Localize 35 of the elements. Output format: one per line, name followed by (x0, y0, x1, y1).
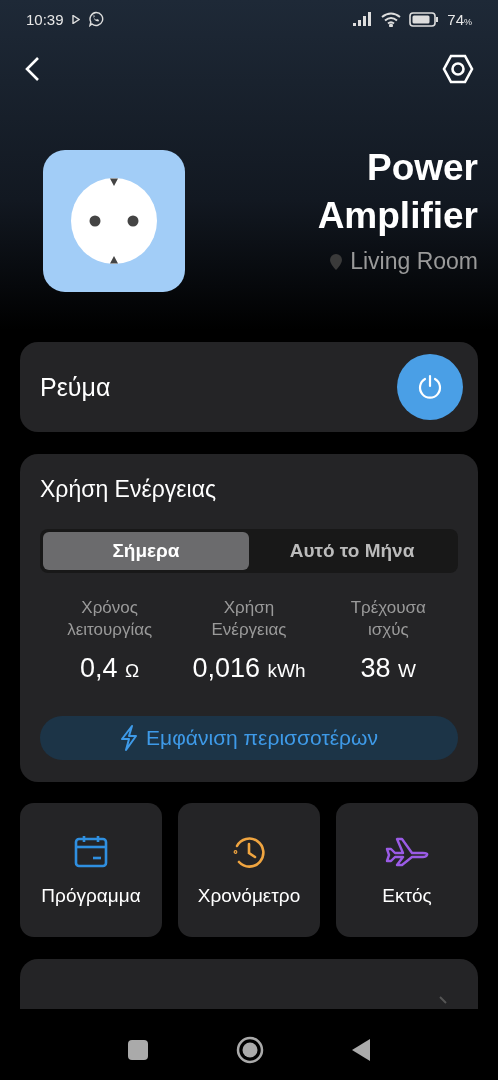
power-label: Ρεύμα (40, 372, 111, 402)
stat-label: Τρέχουσα ισχύς (349, 597, 427, 641)
battery-percent: 74% (447, 10, 472, 28)
recents-button[interactable] (128, 1040, 148, 1060)
period-tab[interactable]: Αυτό το Μήνα (249, 532, 455, 570)
back-nav-button[interactable] (352, 1039, 370, 1061)
location-pin-icon (330, 253, 343, 270)
signal-icon (353, 12, 374, 26)
tile-label: Εκτός (382, 885, 432, 907)
clock-time: 10:39 (26, 10, 64, 28)
feature-tile[interactable]: Εκτός (336, 803, 478, 937)
play-icon (71, 14, 80, 24)
settings-icon (442, 54, 474, 84)
phone-bubble-icon (87, 11, 104, 27)
stat-value: 0,016 kWh (192, 653, 306, 684)
feature-tile[interactable]: Πρόγραμμα (20, 803, 162, 937)
tile-label: Πρόγραμμα (41, 885, 141, 907)
wifi-icon (381, 11, 402, 27)
stat-label: Χρήση Ενέργειας (210, 597, 288, 641)
stat-label: Χρόνος λειτουργίας (66, 597, 154, 641)
feature-tile[interactable]: Χρονόμετρο (178, 803, 320, 937)
lightning-icon (120, 725, 139, 751)
power-socket-icon (71, 178, 157, 264)
stat-value: 38 W (360, 653, 417, 684)
device-name: Power Amplifier (316, 146, 478, 238)
tile-label: Χρονόμετρο (197, 885, 301, 907)
power-icon (417, 374, 443, 400)
stat-value: 0,4 Ω (80, 653, 140, 684)
battery-icon (409, 11, 440, 27)
home-button[interactable] (236, 1036, 264, 1064)
room-name: Living Room (350, 248, 478, 275)
section-title: Χρήση Ενέργειας (40, 476, 217, 503)
show-more-button[interactable]: Εμφάνιση περισσοτέρων (40, 716, 458, 760)
back-icon (24, 56, 40, 82)
period-tab[interactable]: Σήμερα (43, 532, 249, 570)
